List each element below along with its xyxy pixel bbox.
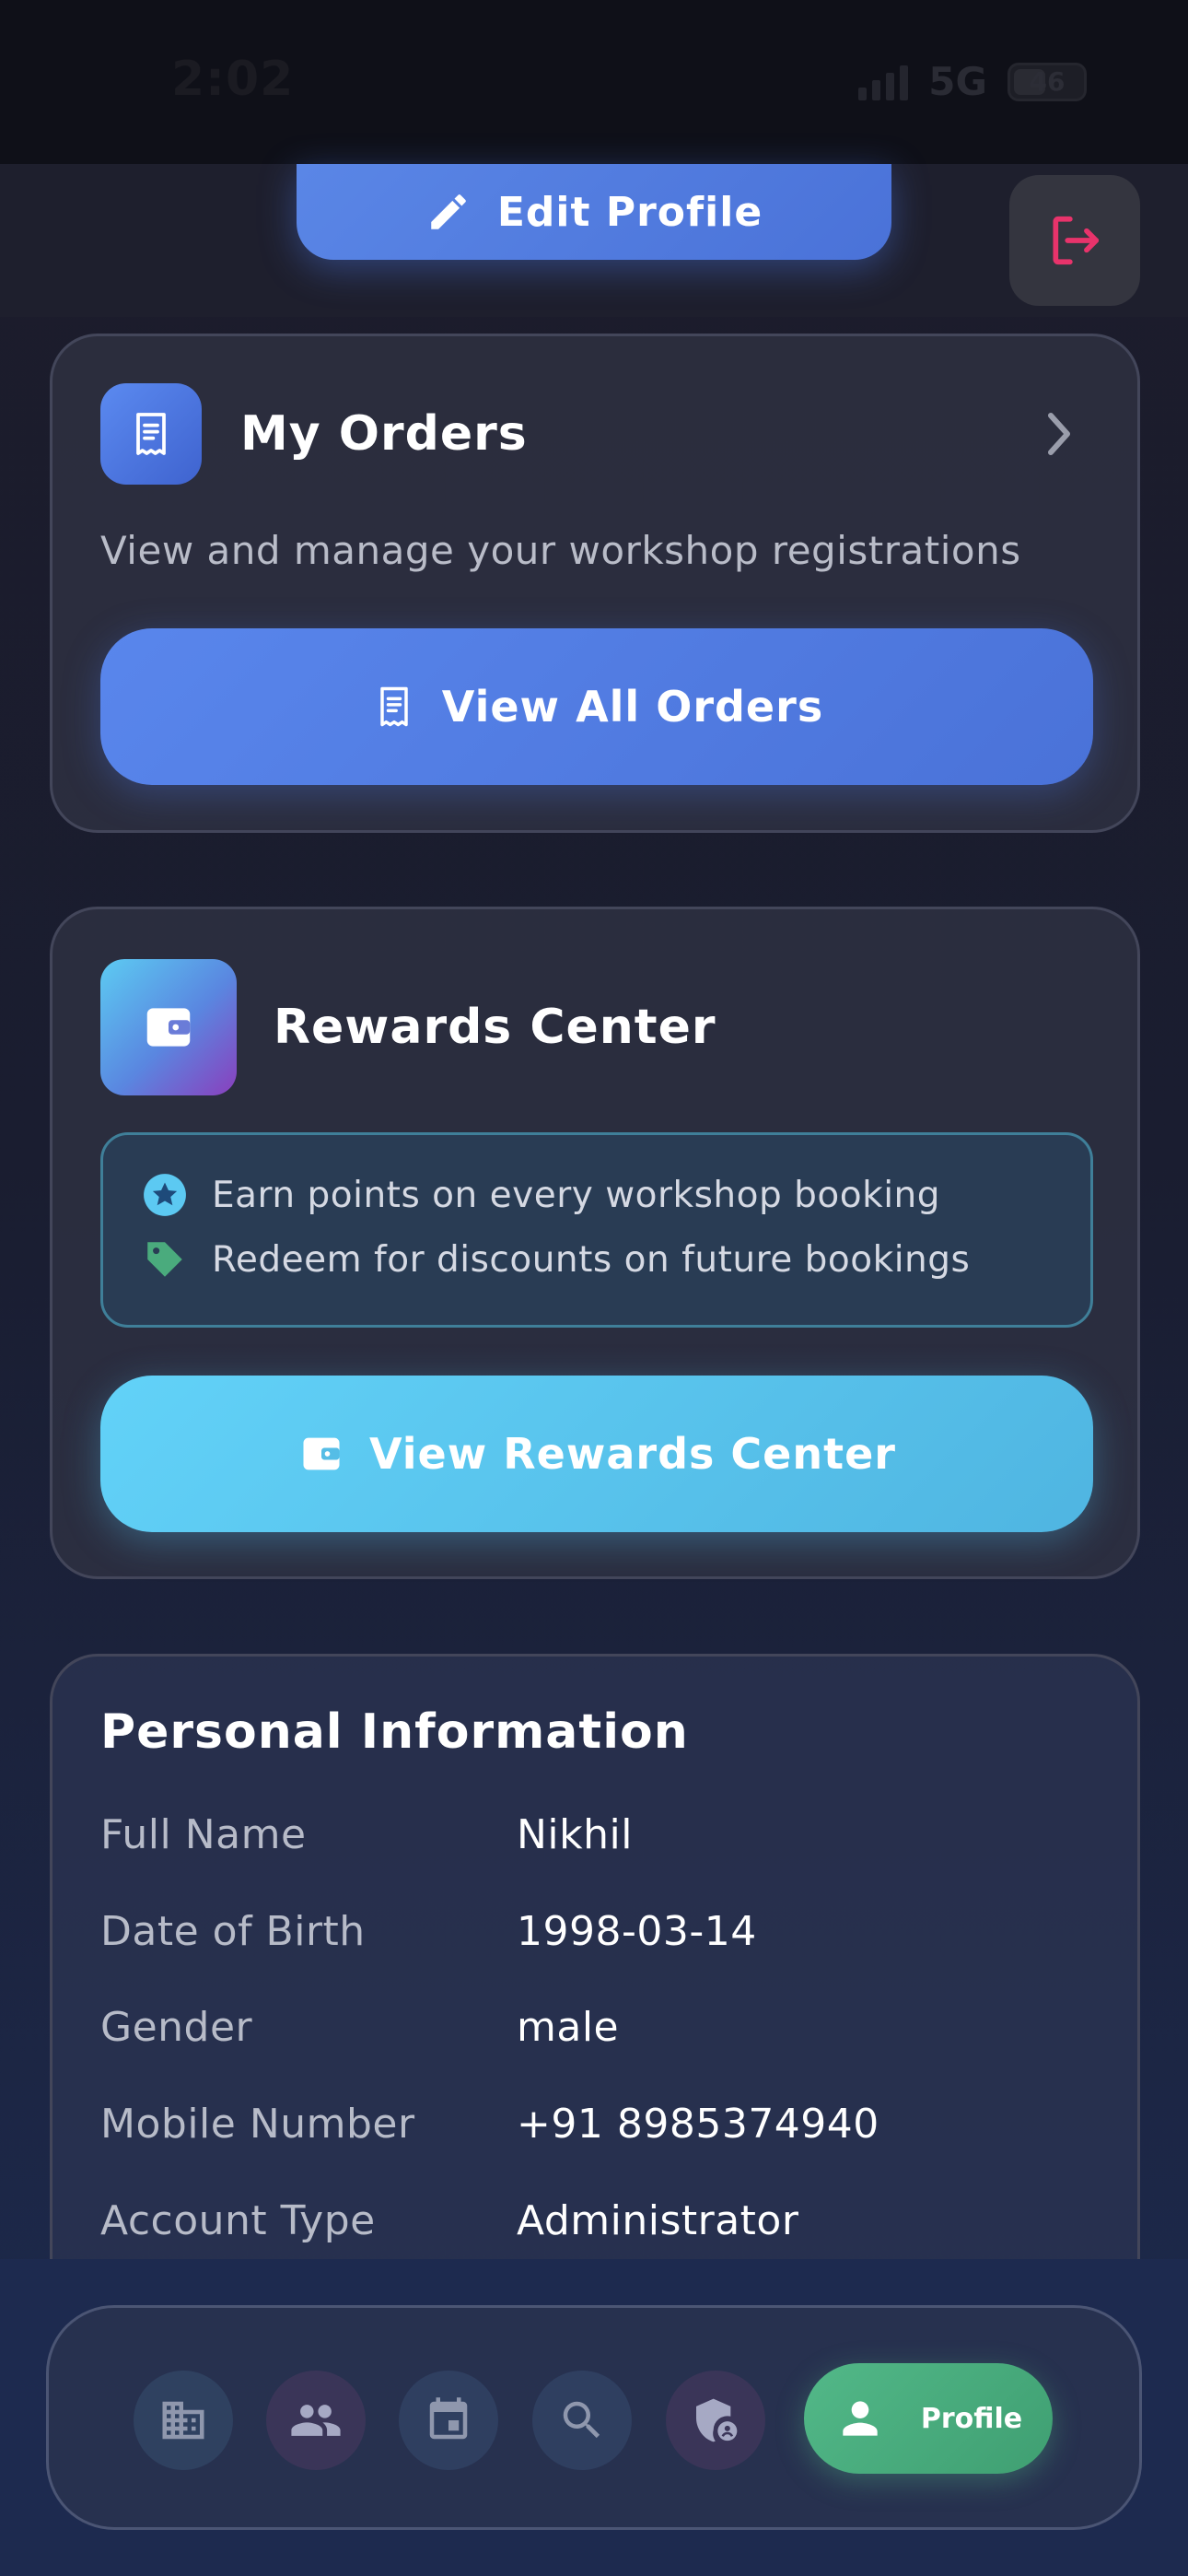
chevron-right-icon[interactable] — [1040, 410, 1077, 458]
perk-item: Redeem for discounts on future bookings — [142, 1236, 970, 1282]
orders-description: View and manage your workshop registrati… — [100, 528, 1021, 573]
info-label: Mobile Number — [100, 2101, 415, 2148]
battery-icon: 46 — [1007, 62, 1087, 101]
perk-text: Redeem for discounts on future bookings — [212, 1238, 971, 1281]
tab-admin[interactable] — [666, 2371, 765, 2470]
info-label: Date of Birth — [100, 1908, 366, 1955]
tag-icon — [147, 1242, 182, 1277]
info-label: Full Name — [100, 1811, 307, 1858]
orders-title: My Orders — [240, 406, 528, 462]
tab-profile[interactable]: Profile — [804, 2363, 1053, 2474]
admin-shield-icon — [696, 2398, 738, 2442]
orders-card-header: My Orders — [100, 383, 528, 485]
logout-icon — [1053, 216, 1100, 265]
view-all-orders-label: View All Orders — [441, 682, 824, 732]
status-bar: 2:02 5G 46 — [0, 0, 1188, 164]
personal-info-title: Personal Information — [100, 1704, 689, 1760]
info-row-gender: Gender male — [100, 2004, 619, 2051]
network-type: 5G — [928, 59, 987, 104]
signal-icon — [858, 64, 909, 100]
tab-people[interactable] — [266, 2371, 366, 2470]
status-indicators: 5G 46 — [858, 59, 1087, 104]
info-value: Administrator — [517, 2197, 799, 2244]
info-label: Gender — [100, 2004, 253, 2051]
edit-profile-label: Edit Profile — [496, 188, 763, 236]
info-row-date-of-birth: Date of Birth 1998-03-14 — [100, 1908, 757, 1955]
pencil-icon — [431, 194, 466, 229]
view-rewards-center-button[interactable]: View Rewards Center — [100, 1376, 1093, 1532]
info-value: male — [517, 2004, 620, 2051]
info-row-mobile-number: Mobile Number +91 8985374940 — [100, 2101, 879, 2148]
status-time: 2:02 — [171, 52, 295, 107]
receipt-icon — [100, 383, 202, 485]
bottom-tab-bar: Profile — [46, 2305, 1142, 2530]
logout-button[interactable] — [1009, 175, 1140, 306]
info-row-full-name: Full Name Nikhil — [100, 1811, 633, 1858]
tab-calendar[interactable] — [399, 2371, 498, 2470]
info-value: Nikhil — [517, 1811, 633, 1858]
rewards-title: Rewards Center — [274, 1000, 716, 1055]
info-label: Account Type — [100, 2197, 376, 2244]
search-icon — [563, 2401, 600, 2439]
star-badge-icon — [144, 1174, 186, 1216]
view-rewards-center-label: View Rewards Center — [368, 1429, 896, 1479]
perk-text: Earn points on every workshop booking — [212, 1174, 941, 1216]
receipt-icon — [380, 686, 408, 727]
rewards-card-header: Rewards Center — [100, 959, 716, 1095]
edit-profile-button[interactable]: Edit Profile — [297, 164, 891, 260]
rewards-perks: Earn points on every workshop booking Re… — [100, 1132, 1093, 1328]
tab-profile-label: Profile — [920, 2402, 1023, 2435]
calendar-icon — [429, 2397, 468, 2440]
info-value: 1998-03-14 — [517, 1908, 757, 1955]
tab-search[interactable] — [532, 2371, 632, 2470]
orders-card: My Orders View and manage your workshop … — [50, 334, 1140, 833]
building-icon — [162, 2401, 204, 2440]
info-value: +91 8985374940 — [517, 2101, 879, 2148]
battery-level: 46 — [1029, 66, 1066, 97]
person-icon — [843, 2401, 878, 2436]
perk-item: Earn points on every workshop booking — [142, 1172, 940, 1218]
rewards-card: Rewards Center Earn points on every work… — [50, 907, 1140, 1579]
people-icon — [291, 2405, 341, 2436]
wallet-icon — [100, 959, 237, 1095]
view-all-orders-button[interactable]: View All Orders — [100, 628, 1093, 785]
tab-workshops[interactable] — [134, 2371, 233, 2470]
wallet-icon — [303, 1437, 340, 1470]
info-row-account-type: Account Type Administrator — [100, 2197, 798, 2244]
